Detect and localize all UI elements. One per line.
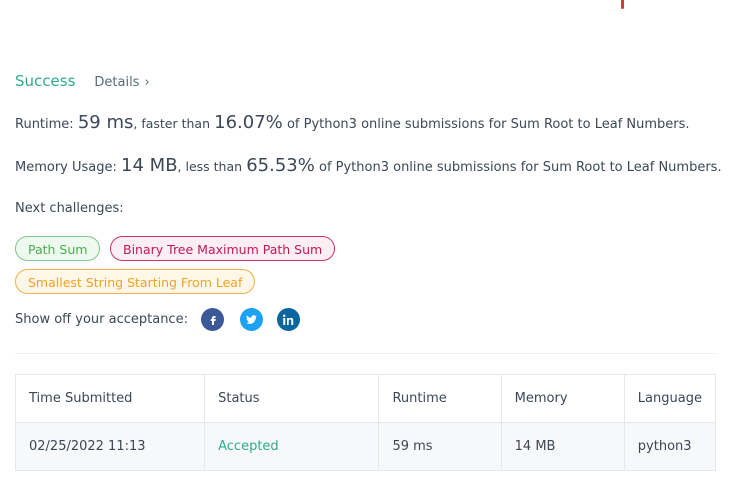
memory-percent: 65.53% xyxy=(246,155,315,176)
cell-status-accepted-link[interactable]: Accepted xyxy=(204,422,380,471)
facebook-glyph xyxy=(210,315,216,325)
linkedin-icon[interactable] xyxy=(277,308,300,331)
memory-suffix: of Python3 online submissions for Sum Ro… xyxy=(318,160,722,175)
challenge-chip-smallest-string-from-leaf[interactable]: Smallest String Starting From Leaf xyxy=(15,269,256,294)
red-indicator-mark xyxy=(621,0,624,9)
memory-label: Memory Usage: xyxy=(15,160,117,175)
runtime-percent: 16.07% xyxy=(214,112,283,133)
memory-value: 14 MB xyxy=(121,155,178,176)
runtime-label: Runtime: xyxy=(15,117,74,132)
table-row: 02/25/2022 11:13 Accepted 59 ms 14 MB py… xyxy=(14,422,717,471)
submissions-table: Time Submitted Status Runtime Memory Lan… xyxy=(14,374,717,471)
header-status[interactable]: Status xyxy=(204,374,380,423)
share-label: Show off your acceptance: xyxy=(15,312,188,327)
runtime-mid-text: , faster than xyxy=(133,116,211,131)
header-memory[interactable]: Memory xyxy=(500,374,625,423)
status-row: Success Details › xyxy=(15,72,150,90)
linkedin-glyph xyxy=(282,314,293,325)
memory-mid-text: , less than xyxy=(177,159,243,174)
header-time-submitted[interactable]: Time Submitted xyxy=(14,374,206,423)
header-runtime[interactable]: Runtime xyxy=(378,374,502,423)
section-divider xyxy=(15,353,716,354)
cell-time-submitted: 02/25/2022 11:13 xyxy=(14,422,206,471)
chevron-right-icon[interactable]: › xyxy=(144,75,149,90)
header-language[interactable]: Language xyxy=(623,374,717,423)
cell-runtime: 59 ms xyxy=(378,422,502,471)
challenge-chip-path-sum[interactable]: Path Sum xyxy=(15,236,101,261)
cell-language: python3 xyxy=(623,422,717,471)
twitter-icon[interactable] xyxy=(240,308,263,331)
runtime-suffix: of Python3 online submissions for Sum Ro… xyxy=(286,117,690,132)
facebook-icon[interactable] xyxy=(201,308,224,331)
twitter-glyph xyxy=(246,315,257,324)
runtime-stat: Runtime: 59 ms, faster than 16.07% of Py… xyxy=(15,112,690,133)
submission-result-page: Success Details › Runtime: 59 ms, faster… xyxy=(0,0,733,493)
status-title: Success xyxy=(15,72,76,90)
challenge-chip-binary-tree-max-path-sum[interactable]: Binary Tree Maximum Path Sum xyxy=(110,236,336,261)
next-challenges-label: Next challenges: xyxy=(15,201,124,216)
cell-memory: 14 MB xyxy=(500,422,625,471)
runtime-value: 59 ms xyxy=(77,112,134,133)
table-header-row: Time Submitted Status Runtime Memory Lan… xyxy=(14,374,717,423)
details-link[interactable]: Details xyxy=(94,75,139,90)
memory-stat: Memory Usage: 14 MB, less than 65.53% of… xyxy=(15,155,722,176)
